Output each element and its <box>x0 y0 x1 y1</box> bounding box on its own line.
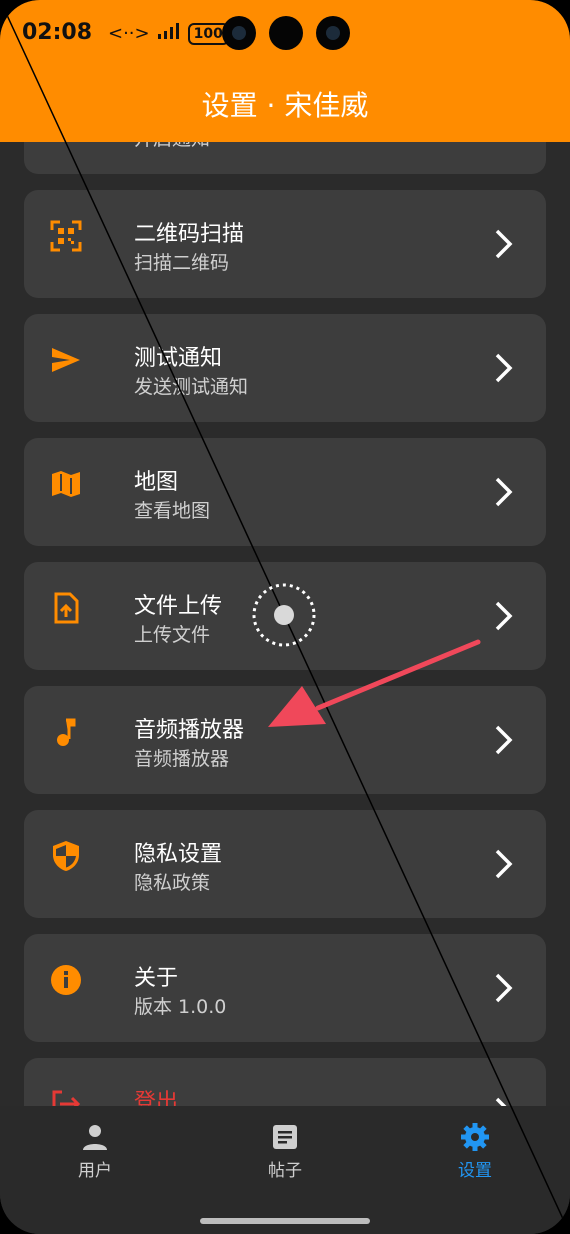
article-icon <box>273 1125 297 1149</box>
bottom-navigation: 用户 帖子 设置 <box>0 1106 570 1234</box>
settings-item-title: 关于 <box>134 966 179 991</box>
chevron-right-icon <box>495 973 513 1003</box>
settings-item-subtitle: 扫描二维码 <box>134 252 230 274</box>
settings-item-test-notification[interactable]: 测试通知 发送测试通知 <box>24 314 546 422</box>
settings-item-title: 文件上传 <box>134 594 223 619</box>
settings-item-title: 音频播放器 <box>134 718 245 743</box>
status-bar: 02:08 <··> 100 <box>0 0 570 70</box>
settings-item-subtitle: 发送测试通知 <box>134 376 249 398</box>
phone-screen: 02:08 <··> 100 设置 · 宋佳威 开启通知 <box>0 0 570 1234</box>
settings-item-title: 地图 <box>134 470 179 495</box>
chevron-right-icon <box>495 353 513 383</box>
file-upload-icon <box>54 592 79 624</box>
app-bar: 设置 · 宋佳威 <box>0 70 570 142</box>
gear-icon <box>461 1123 489 1151</box>
settings-item-about[interactable]: 关于 版本 1.0.0 <box>24 934 546 1042</box>
settings-item-logout[interactable]: 登出 <box>24 1058 546 1106</box>
status-time: 02:08 <box>22 20 93 45</box>
qr-scan-icon <box>50 220 82 252</box>
music-note-icon <box>57 718 76 746</box>
settings-item-notifications[interactable]: 开启通知 <box>24 142 546 174</box>
map-icon <box>52 471 80 497</box>
send-icon <box>52 348 80 372</box>
chevron-right-icon <box>495 1097 507 1106</box>
settings-item-subtitle: 隐私政策 <box>134 872 211 894</box>
settings-item-file-upload[interactable]: 文件上传 上传文件 <box>24 562 546 670</box>
chevron-right-icon <box>495 601 513 631</box>
chevron-right-icon <box>495 725 513 755</box>
logout-icon <box>52 1090 81 1106</box>
page-title: 设置 · 宋佳威 <box>201 89 369 122</box>
nav-tab-users[interactable]: 用户 <box>35 1122 155 1181</box>
nav-tab-label: 用户 <box>78 1161 112 1181</box>
info-icon <box>51 965 81 995</box>
settings-item-qr-scan[interactable]: 二维码扫描 扫描二维码 <box>24 190 546 298</box>
settings-item-subtitle: 查看地图 <box>134 500 211 522</box>
chevron-right-icon <box>495 229 513 259</box>
nav-tab-posts[interactable]: 帖子 <box>225 1122 345 1181</box>
nav-tab-label: 帖子 <box>268 1161 302 1181</box>
chevron-right-icon <box>495 477 513 507</box>
chevron-right-icon <box>495 849 513 879</box>
settings-item-title: 测试通知 <box>134 346 223 371</box>
camera-sensor-icon <box>269 16 303 50</box>
person-icon <box>83 1125 107 1150</box>
nav-tab-label: 设置 <box>458 1161 492 1181</box>
settings-item-title: 登出 <box>134 1090 179 1106</box>
nav-tab-settings[interactable]: 设置 <box>415 1122 535 1181</box>
settings-item-title: 隐私设置 <box>134 842 223 867</box>
home-indicator[interactable] <box>200 1218 370 1224</box>
settings-item-subtitle: 上传文件 <box>134 624 211 646</box>
data-transfer-icon: <··> <box>108 23 150 44</box>
settings-list[interactable]: 开启通知 二维码扫描 扫描二维码 测试通知 发送测试通知 <box>0 142 570 1106</box>
privacy-shield-icon <box>53 841 79 871</box>
settings-item-subtitle: 音频播放器 <box>134 748 230 770</box>
settings-item-map[interactable]: 地图 查看地图 <box>24 438 546 546</box>
status-icons: <··> 100 <box>108 22 229 45</box>
camera-lens-icon <box>222 16 256 50</box>
settings-item-subtitle: 版本 1.0.0 <box>134 996 227 1018</box>
camera-lens-icon <box>316 16 350 50</box>
settings-item-audio-player[interactable]: 音频播放器 音频播放器 <box>24 686 546 794</box>
settings-item-title: 二维码扫描 <box>134 222 245 247</box>
settings-item-privacy[interactable]: 隐私设置 隐私政策 <box>24 810 546 918</box>
camera-cutout <box>222 16 350 50</box>
settings-item-subtitle: 开启通知 <box>134 142 210 151</box>
signal-icon <box>156 22 182 45</box>
